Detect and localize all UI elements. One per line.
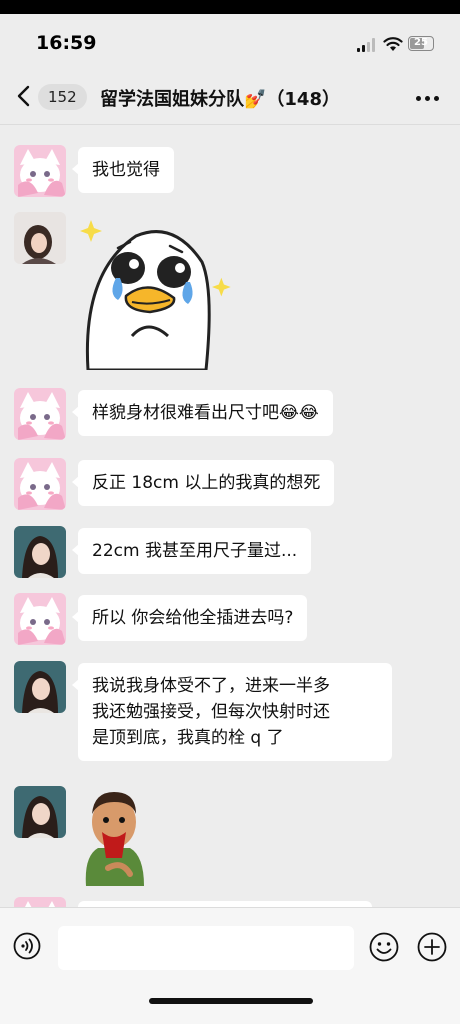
more-options-icon[interactable] — [416, 96, 440, 102]
chat-header: 152 留学法国姐妹分队💅（148） — [0, 70, 460, 125]
pink-cat-avatar[interactable] — [14, 458, 66, 510]
group-title: 留学法国姐妹分队💅（148） — [100, 89, 340, 110]
pink-cat-avatar[interactable] — [14, 145, 66, 197]
cellular-signal-icon — [357, 38, 375, 52]
status-time: 16:59 — [36, 32, 97, 54]
plus-icon[interactable] — [417, 932, 447, 962]
message-line: 我说我身体受不了，进来一半多 — [92, 676, 330, 696]
input-bar — [0, 907, 460, 1024]
message-bubble[interactable]: 所以 你会给他全插进去吗? — [71, 595, 308, 641]
message-input[interactable] — [58, 926, 354, 970]
emoji-icon[interactable] — [369, 932, 399, 962]
pink-cat-avatar[interactable] — [14, 897, 66, 907]
pink-cat-avatar[interactable] — [14, 593, 66, 645]
wifi-icon — [383, 37, 403, 51]
battery-level: 25 — [414, 37, 428, 48]
message-bubble[interactable]: 反正 18cm 以上的我真的想死 — [71, 460, 335, 506]
unread-count-badge[interactable]: 152 — [38, 84, 87, 110]
message-line: 我还勉强接受，但每次快射时还 — [92, 702, 330, 722]
bleeding-cartoon-sticker[interactable] — [78, 786, 150, 886]
back-chevron-icon[interactable] — [14, 84, 34, 108]
crying-duck-sticker[interactable] — [78, 212, 248, 370]
battery-icon: 25 — [408, 36, 434, 51]
girl-avatar[interactable] — [14, 212, 66, 264]
girl-avatar[interactable] — [14, 786, 66, 838]
home-indicator — [149, 998, 313, 1004]
status-bar: 16:59 25 — [0, 14, 460, 70]
message-bubble[interactable]: 样貌身材很难看出尺寸吧😂😂 — [72, 390, 333, 436]
girl-avatar[interactable] — [14, 661, 66, 713]
girl-avatar[interactable] — [14, 526, 66, 578]
message-bubble[interactable]: 22cm 我甚至用尺子量过... — [71, 528, 312, 574]
message-bubble[interactable]: 我也觉得 — [72, 147, 174, 193]
message-line: 是顶到底，我真的栓 q 了 — [92, 728, 284, 748]
chat-screen: 16:59 25 152 留学法国姐妹分队💅（148） 我也觉得 样貌身材很难看… — [0, 14, 460, 1024]
message-list[interactable]: 我也觉得 样貌身材很难看出尺寸吧😂😂 反正 18cm 以上的我真的想死 22cm… — [0, 125, 460, 907]
pink-cat-avatar[interactable] — [14, 388, 66, 440]
message-bubble[interactable]: 我说我身体受不了，进来一半多 我还勉强接受，但每次快射时还 是顶到底，我真的栓 … — [72, 663, 392, 761]
voice-input-icon[interactable] — [13, 932, 41, 960]
